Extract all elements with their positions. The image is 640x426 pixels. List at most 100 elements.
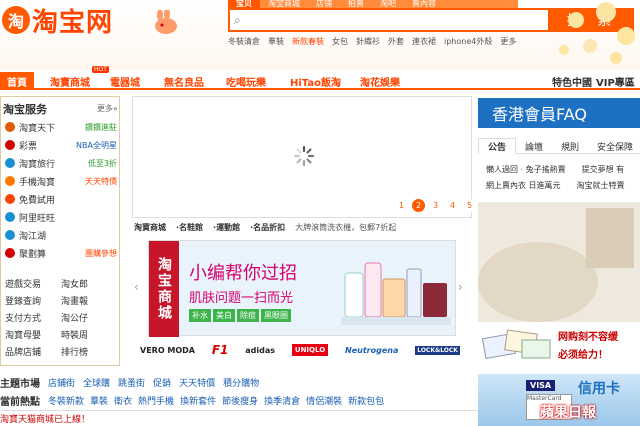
search-tab-content[interactable]: 賣內容 (404, 0, 444, 8)
sidebar-more-link[interactable]: 更多» (97, 103, 118, 114)
search-tab-forum[interactable]: 淘吧 (372, 0, 404, 8)
sidebar-service-tag[interactable]: 低至3折 (88, 158, 117, 169)
groupbuy-icon (5, 248, 15, 258)
nav-muji[interactable]: 無名良品 (164, 74, 204, 89)
notice-link[interactable]: 淘宝就士特賣 (577, 180, 625, 194)
search-tab-item[interactable]: 宝贝 (228, 0, 260, 8)
nav-electronics[interactable]: 電器城 (110, 74, 140, 89)
credit-card-label: 信用卡 (578, 381, 620, 397)
hot-link[interactable]: 換新套件 (180, 394, 216, 407)
brand-f1-logo[interactable]: F1 (212, 343, 229, 357)
hero-carousel[interactable]: 12345 (132, 96, 476, 218)
brand-locklock-logo[interactable]: LOCK&LOCK (415, 345, 460, 355)
tab-security[interactable]: 安全保障 (588, 138, 640, 154)
hot-word-link[interactable]: 連衣裙 (412, 36, 436, 50)
notice-link[interactable]: 提交夢想 有 (582, 164, 625, 178)
sidebar-link[interactable]: 支付方式 (5, 311, 61, 327)
search-tab-shop[interactable]: 店铺 (308, 0, 340, 8)
tab-forum[interactable]: 論壇 (516, 138, 552, 154)
hot-link[interactable]: 換季清倉 (264, 394, 300, 407)
sidebar-service-row[interactable]: 淘寶天下 鑽鑽進駐 (5, 119, 117, 135)
mall-tab-sports[interactable]: ·運動館 (213, 222, 240, 236)
notice-link[interactable]: 懶人過回 · 兔子搖熱賣 (486, 164, 566, 178)
sidebar-link[interactable]: 淘女郎 (61, 277, 117, 293)
brand-neutrogena-logo[interactable]: Neutrogena (345, 346, 398, 355)
hot-word-link[interactable]: iphone4外殼 (444, 36, 492, 50)
hot-word-link[interactable]: 外套 (388, 36, 404, 50)
market-link[interactable]: 店鋪街 (48, 376, 75, 389)
hot-link[interactable]: 節後瘦身 (222, 394, 258, 407)
taobao-logo[interactable]: 淘 淘宝网 (2, 2, 170, 38)
hot-link[interactable]: 羣裝 (90, 394, 108, 407)
sidebar-service-tag[interactable]: 鑽鑽進駐 (85, 122, 117, 133)
promo-next-arrow-icon[interactable]: › (458, 280, 468, 294)
carousel-page-dot[interactable]: 1 (395, 199, 408, 212)
brand-adidas-logo[interactable]: adidas (245, 346, 275, 355)
carousel-page-dot[interactable]: 3 (429, 199, 442, 212)
market-link[interactable]: 跳蚤街 (118, 376, 145, 389)
sidebar-link[interactable]: 淘公仔 (61, 311, 117, 327)
nav-home[interactable]: 首頁 (0, 72, 34, 90)
sidebar-service-row[interactable]: 阿里旺旺 (5, 209, 117, 225)
market-link[interactable]: 天天特價 (179, 376, 215, 389)
sidebar-service-tag[interactable]: 天天特價 (85, 176, 117, 187)
hot-word-link[interactable]: 羣裝 (268, 36, 284, 50)
mall-tab-discount[interactable]: ·名品折扣 (250, 222, 285, 236)
sidebar-link[interactable]: 遊戲交易 (5, 277, 61, 293)
market-link[interactable]: 全球購 (83, 376, 110, 389)
market-link[interactable]: 積分購物 (223, 376, 259, 389)
brand-uniqlo-logo[interactable]: UNIQLO (291, 344, 329, 356)
carousel-page-dot[interactable]: 2 (412, 199, 425, 212)
nav-china-specialty[interactable]: 特色中國 (552, 74, 592, 89)
sidebar-link[interactable]: 品牌店鋪 (5, 345, 61, 361)
hot-word-link[interactable]: 針織衫 (356, 36, 380, 50)
hot-link[interactable]: 情侶潮裝 (306, 394, 342, 407)
carousel-page-dot[interactable]: 4 (446, 199, 459, 212)
hot-link[interactable]: 新款包包 (348, 394, 384, 407)
tab-announcement[interactable]: 公告 (478, 138, 517, 154)
sidebar-link-row: 淘寶母嬰 時裝周 (5, 328, 117, 344)
sidebar-service-row[interactable]: 聚劃算 團購參想 (5, 245, 117, 261)
hot-link[interactable]: 衛衣 (114, 394, 132, 407)
nav-tmall[interactable]: 淘寶商城 (50, 74, 90, 89)
sidebar-link[interactable]: 淘畫報 (61, 294, 117, 310)
nav-vip[interactable]: VIP專區 (596, 74, 635, 89)
tab-rules[interactable]: 規則 (552, 138, 588, 154)
bottom-notice-text[interactable]: 淘寶天猫商城已上線！ (0, 412, 200, 426)
search-tab-mall[interactable]: 淘宝商城 (260, 0, 308, 8)
sidebar-link[interactable]: 淘寶母嬰 (5, 328, 61, 344)
more-hot-words-link[interactable]: 更多 (500, 36, 516, 50)
search-input[interactable]: ⌕ (228, 8, 550, 32)
sidebar-service-row[interactable]: 淘寶旅行 低至3折 (5, 155, 117, 171)
nav-entertainment[interactable]: 淘花娛樂 (360, 74, 400, 89)
sidebar-link[interactable]: 時裝周 (61, 328, 117, 344)
hk-member-faq-banner[interactable]: 香港會員FAQ (478, 98, 640, 128)
sidebar-service-row[interactable]: 手機淘寶 天天特價 (5, 173, 117, 189)
sidebar-service-row[interactable]: 彩票 NBA全明星 (5, 137, 117, 153)
mall-tab-shoes[interactable]: ·名鞋館 (176, 222, 203, 236)
sidebar-link[interactable]: 排行榜 (61, 345, 117, 361)
promo-prev-arrow-icon[interactable]: ‹ (134, 280, 144, 294)
mall-tab-tmall[interactable]: 淘寶商城 (134, 222, 166, 236)
search-tab-auction[interactable]: 拍賣 (340, 0, 372, 8)
carousel-page-dot[interactable]: 5 (463, 199, 476, 212)
hot-link[interactable]: 熱門手機 (138, 394, 174, 407)
brand-veromoda-logo[interactable]: VERO MODA (140, 346, 195, 355)
sidebar-service-tag[interactable]: NBA全明星 (76, 140, 117, 151)
right-ad[interactable]: 网购刻不容缓 必须给力！ (478, 322, 640, 366)
hot-word-link[interactable]: 冬裝清倉 (228, 36, 260, 50)
sidebar-service-row[interactable]: 淘江湖 (5, 227, 117, 243)
sidebar-link[interactable]: 登錄查詢 (5, 294, 61, 310)
hot-word-link[interactable]: 新款春裝 (292, 36, 324, 50)
notice-link[interactable]: 網上賣內衣 日進萬元 (486, 180, 561, 194)
sidebar-service-tag[interactable]: 團購參想 (85, 248, 117, 259)
nav-food-fun[interactable]: 吃喝玩樂 (226, 74, 266, 89)
community-icon (5, 230, 15, 240)
hot-link[interactable]: 冬裝新款 (48, 394, 84, 407)
promo-banner[interactable]: 淘宝商城 小编帮你过招 肌肤问题一扫而光 补水 美白 除痘 黑眼圈 (148, 240, 456, 337)
market-link[interactable]: 促銷 (153, 376, 171, 389)
hot-word-link[interactable]: 女包 (332, 36, 348, 50)
mall-promo-text[interactable]: 大牌滾筒洗衣機，包郵7折起 (295, 222, 396, 236)
sidebar-service-row[interactable]: 免費試用 (5, 191, 117, 207)
nav-hitao[interactable]: HiTao飯淘 (290, 74, 341, 89)
